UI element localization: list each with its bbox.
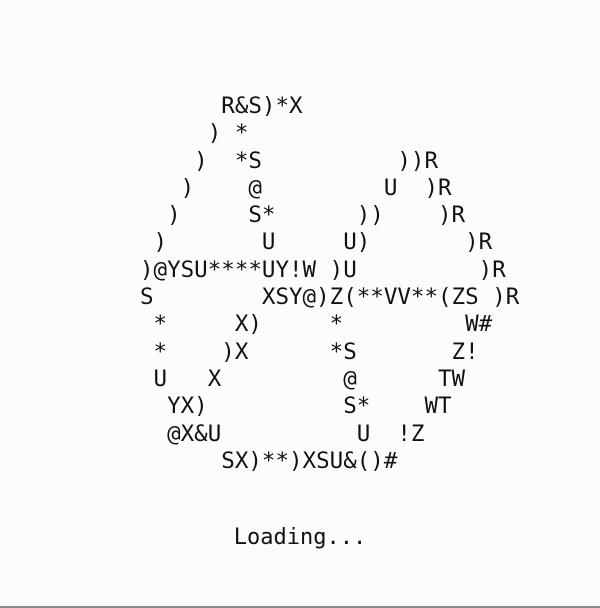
ascii-art-line: SX)**)XSU&()# bbox=[140, 447, 398, 474]
ascii-art-line: ) *S ))R bbox=[140, 147, 439, 174]
ascii-art-line: @X&U U !Z bbox=[140, 420, 425, 447]
ascii-art-line: ) U U) )R bbox=[140, 229, 493, 256]
loading-screen: R&S)*X ) * ) *S ))R ) @ U )R ) S* )) )R … bbox=[0, 0, 600, 608]
ascii-art-line: * X) * W# bbox=[140, 311, 493, 338]
ascii-art-line: U X @ TW bbox=[140, 365, 466, 392]
loading-status-text: Loading... bbox=[233, 525, 367, 550]
ascii-art-line: ) * bbox=[140, 120, 249, 147]
ascii-art-line: R&S)*X bbox=[140, 93, 303, 119]
ascii-art-line: ) @ U )R bbox=[140, 174, 452, 201]
ascii-art-line: * )X *S Z! bbox=[140, 338, 479, 365]
ascii-art-line: ) S* )) )R bbox=[140, 202, 466, 229]
ascii-loading-animation: R&S)*X ) * ) *S ))R ) @ U )R ) S* )) )R … bbox=[140, 93, 519, 475]
ascii-art-line: YX) S* WT bbox=[140, 393, 452, 420]
ascii-art-line: )@YSU****UY!W )U )R bbox=[140, 256, 506, 283]
ascii-art-line: S XSY@)Z(**VV**(ZS )R bbox=[140, 284, 520, 311]
